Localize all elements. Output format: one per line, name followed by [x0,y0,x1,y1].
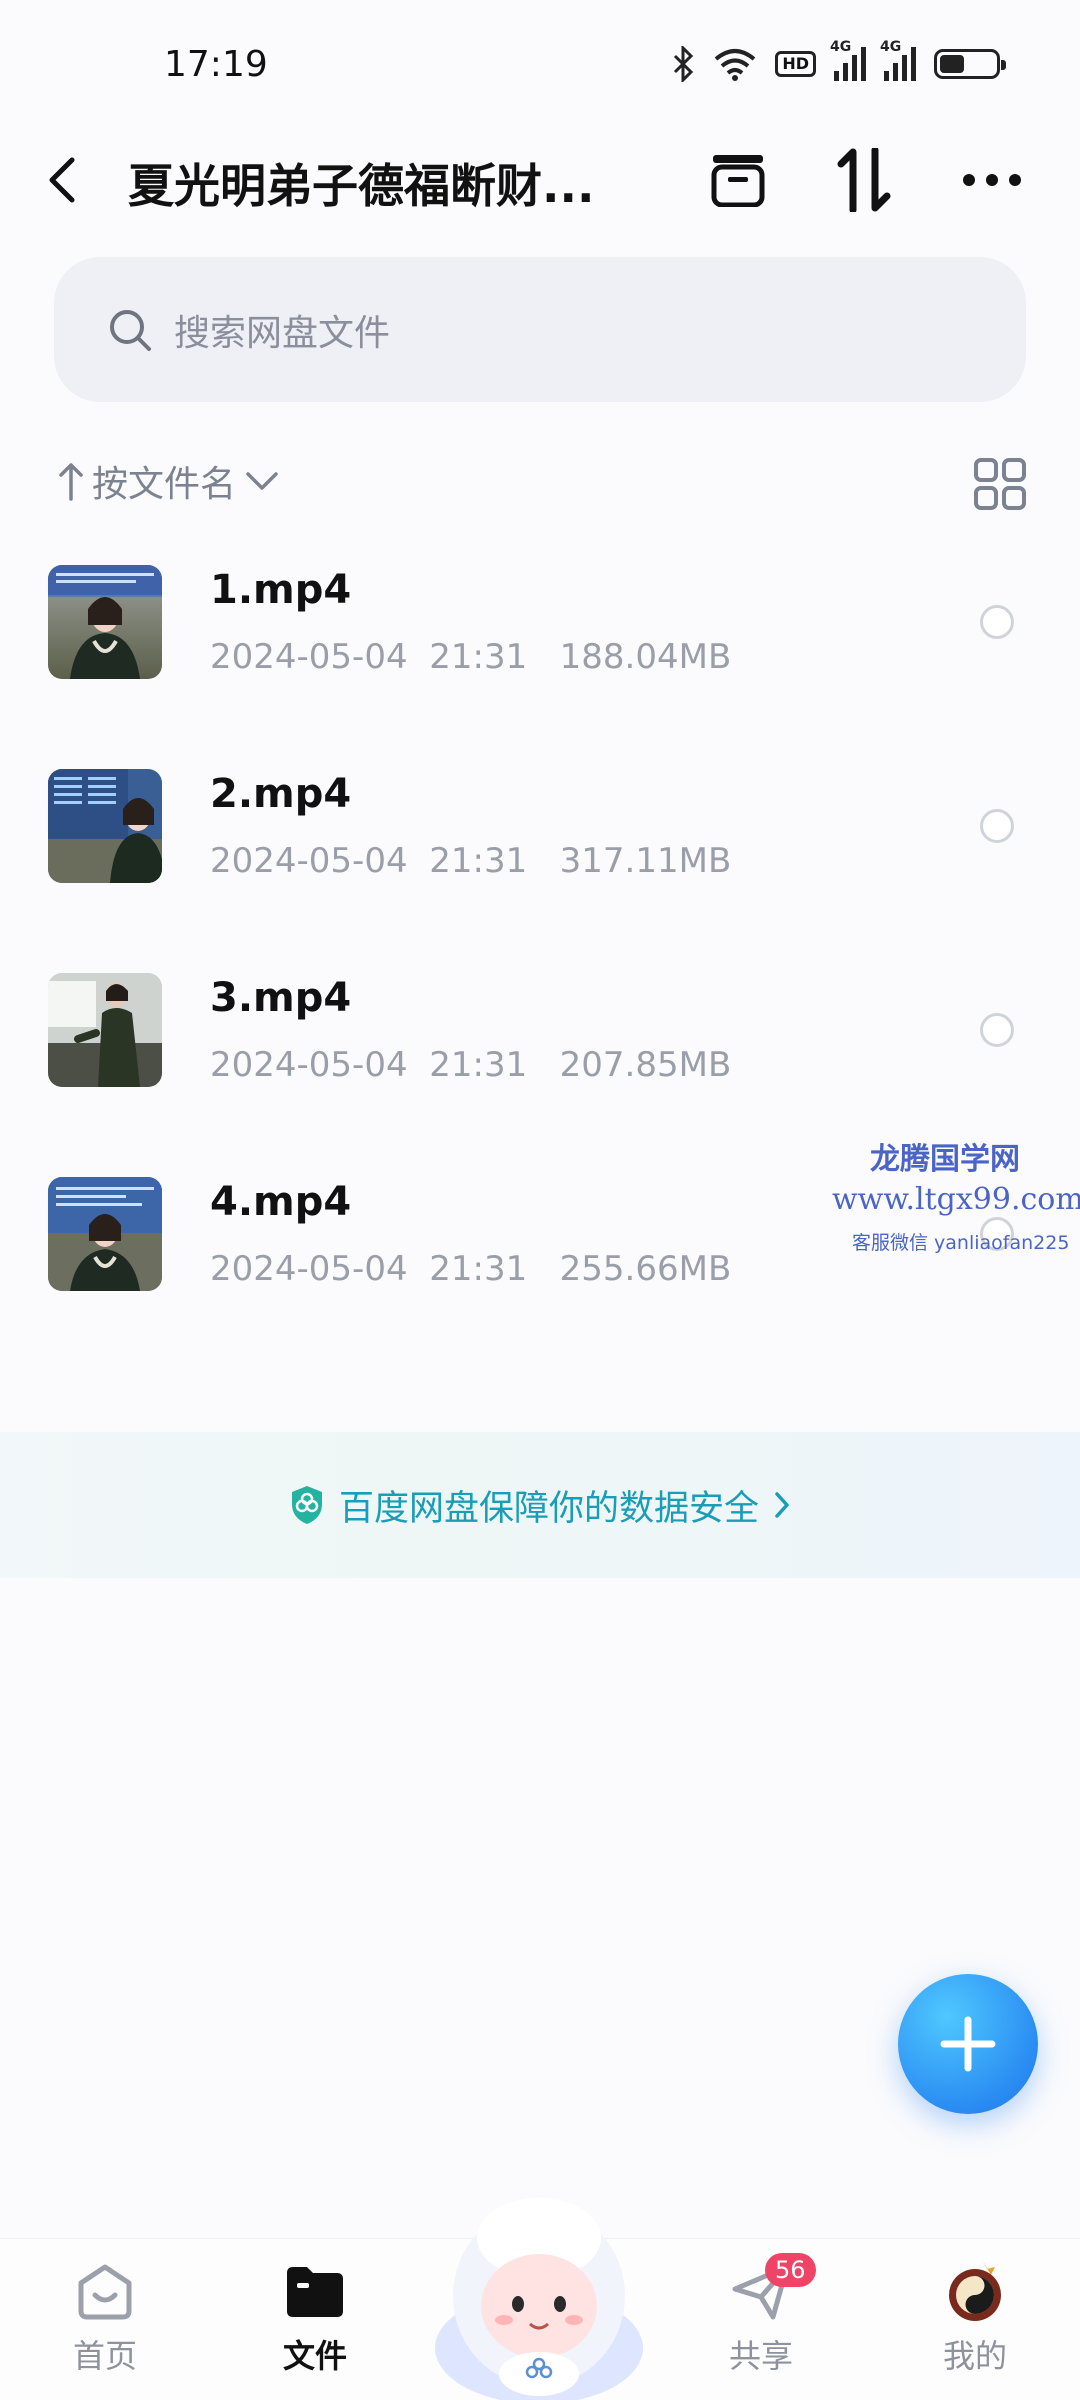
video-thumbnail [48,1177,162,1291]
video-thumbnail [48,973,162,1087]
nav-files[interactable]: 文件 [240,2239,390,2400]
chevron-right-icon [775,1492,789,1518]
sort-transfer-icon [837,148,891,212]
file-row[interactable]: 1.mp4 2024-05-04 21:31 188.04MB [0,565,1080,769]
file-meta: 2024-05-04 21:31 207.85MB [210,1045,732,1085]
security-banner[interactable]: 百度网盘保障你的数据安全 [0,1432,1080,1578]
shield-icon [291,1486,322,1524]
nav-files-label: 文件 [282,2337,347,2375]
page-title: 夏光明弟子德福断财... [128,159,595,213]
select-radio[interactable] [980,809,1014,843]
security-banner-text: 百度网盘保障你的数据安全 [338,1488,759,1529]
battery-icon [934,49,1006,79]
video-thumbnail [48,769,162,883]
bluetooth-icon [674,46,694,82]
back-button[interactable] [46,148,98,212]
search-icon [110,309,151,351]
wifi-icon [715,49,756,81]
avatar [949,2261,1001,2321]
file-meta: 2024-05-04 21:31 255.66MB [210,1249,732,1289]
grid-view-button[interactable] [972,456,1028,512]
nav-share[interactable]: 56 共享 [686,2239,836,2400]
more-button[interactable] [954,142,1030,218]
mascot-icon [435,2198,643,2400]
chevron-down-icon [246,472,278,490]
share-icon-wrap: 56 [729,2253,816,2323]
file-name: 3.mp4 [210,975,352,1021]
select-radio[interactable] [980,605,1014,639]
signal-4g-icon: 4G [830,39,866,81]
file-meta: 2024-05-04 21:31 317.11MB [210,841,732,881]
archive-button[interactable] [700,142,776,218]
nav-me[interactable]: 我的 [900,2239,1050,2400]
search-input[interactable]: 搜索网盘文件 [54,257,1026,402]
plus-icon [940,2016,996,2072]
assistant-mascot-button[interactable] [432,2178,646,2400]
file-name: 4.mp4 [210,1179,352,1225]
hd-icon: HD [775,51,816,77]
select-radio[interactable] [980,1013,1014,1047]
folder-icon [287,2267,343,2317]
sort-label: 按文件名 [92,464,237,505]
sort-asc-arrow-icon [59,463,83,501]
nav-home[interactable]: 首页 [30,2239,180,2400]
status-icons: HD 4G 4G [673,39,1006,82]
file-row[interactable]: 2.mp4 2024-05-04 21:31 317.11MB [0,769,1080,973]
nav-share-label: 共享 [728,2337,793,2375]
file-meta: 2024-05-04 21:31 188.04MB [210,637,732,677]
nav-home-label: 首页 [72,2337,137,2375]
more-icon [963,174,1021,186]
share-badge: 56 [765,2253,816,2287]
add-button[interactable] [898,1974,1038,2114]
home-icon [78,2264,132,2320]
watermark-contact: 客服微信 yanliaofan225 [852,1232,1070,1254]
grid-view-icon [974,458,1026,510]
archive-icon [711,155,765,207]
signal-4g-icon: 4G [880,39,916,81]
nav-me-label: 我的 [942,2337,1007,2375]
back-arrow-icon [49,157,75,203]
watermark-title: 龙腾国学网 [870,1142,1020,1177]
status-time: 17:19 [164,44,268,85]
sort-transfer-button[interactable] [826,142,902,218]
file-name: 1.mp4 [210,567,352,613]
search-placeholder: 搜索网盘文件 [174,312,391,354]
file-name: 2.mp4 [210,771,352,817]
video-thumbnail [48,565,162,679]
watermark-url: www.ltgx99.com [832,1182,1080,1217]
sort-selector[interactable]: 按文件名 [58,455,280,507]
